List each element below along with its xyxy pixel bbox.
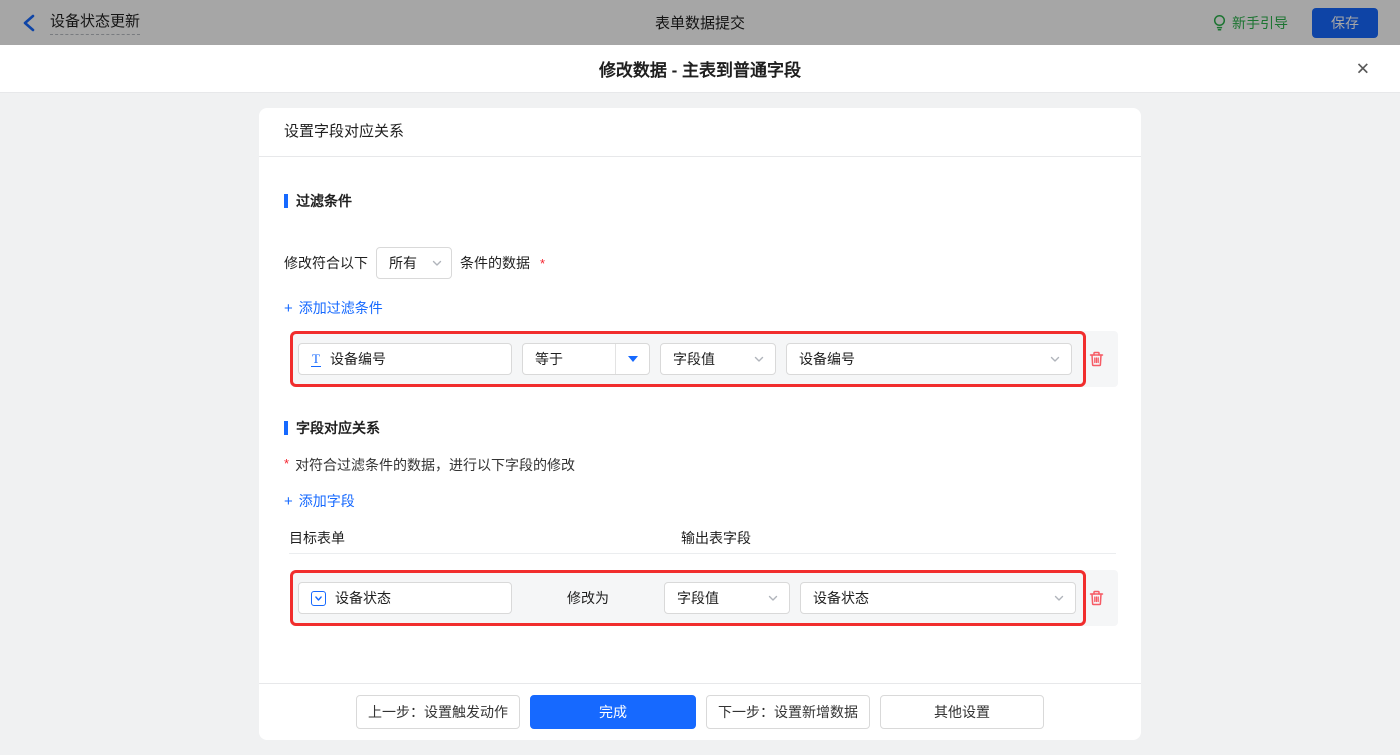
operator-value: 等于 [535,351,563,367]
close-icon[interactable]: ✕ [1356,60,1370,77]
value-type-select[interactable]: 字段值 [660,343,776,375]
add-field-label: 添加字段 [298,493,355,509]
plus-icon: + [284,492,293,510]
operator-select[interactable]: 等于 [522,343,650,375]
select-field-icon [311,590,326,606]
modal-title: 修改数据 - 主表到普通字段 [598,61,802,80]
filter-section-title: 过滤条件 [284,191,1116,211]
next-step-button[interactable]: 下一步：设置新增数据 [706,695,870,729]
chevron-down-icon [1054,595,1064,601]
target-form-column-header: 目标表单 [289,530,345,546]
section-accent-bar [284,194,288,208]
add-filter-label: 添加过滤条件 [298,300,383,316]
modal-header: 修改数据 - 主表到普通字段 ✕ [0,45,1400,93]
chevron-down-icon [768,595,778,601]
text-field-icon: T [311,350,321,367]
match-mode-value: 所有 [389,255,417,271]
filter-field-value: 设备编号 [329,351,386,367]
mapping-description: * 对符合过滤条件的数据，进行以下字段的修改 [284,455,1116,475]
output-value-type-select[interactable]: 字段值 [664,582,790,614]
target-field-value: 设备状态 [335,590,391,606]
card-footer: 上一步：设置触发动作 完成 下一步：设置新增数据 其他设置 [259,683,1141,740]
field-mapping-row: 设备状态 修改为 字段值 设备状态 [290,570,1118,626]
output-value-type-value: 字段值 [677,590,719,606]
other-settings-button[interactable]: 其他设置 [880,695,1044,729]
mapping-section-title: 字段对应关系 [284,418,1116,438]
operator-caret-segment[interactable] [615,344,649,374]
match-suffix-label: 条件的数据 [460,255,530,271]
target-field-input[interactable]: 设备状态 [298,582,512,614]
add-field-link[interactable]: + 添加字段 [284,491,355,511]
section-accent-bar [284,421,288,435]
filter-section-label: 过滤条件 [296,193,352,209]
mapping-description-text: 对符合过滤条件的数据，进行以下字段的修改 [295,457,576,473]
trash-icon [1089,351,1104,367]
mapping-column-headers: 目标表单 输出表字段 [289,528,1116,554]
plus-icon: + [284,299,293,317]
value-type-value: 字段值 [673,351,715,367]
card-content: 过滤条件 修改符合以下 所有 条件的数据 * + 添加过滤条件 T 设备编号 等… [259,157,1141,683]
value-field-value: 设备编号 [799,351,855,367]
required-asterisk: * [540,255,546,271]
modal-body: 设置字段对应关系 过滤条件 修改符合以下 所有 条件的数据 * + 添加过滤条件… [0,93,1400,755]
caret-down-icon [627,356,638,362]
add-filter-condition-link[interactable]: + 添加过滤条件 [284,298,383,318]
done-button[interactable]: 完成 [530,695,696,729]
output-field-column-header: 输出表字段 [681,530,751,546]
prev-step-button[interactable]: 上一步：设置触发动作 [356,695,520,729]
delete-condition-button[interactable] [1088,350,1105,368]
filter-match-row: 修改符合以下 所有 条件的数据 * [284,247,1116,279]
output-field-select[interactable]: 设备状态 [800,582,1076,614]
required-asterisk: * [284,456,290,471]
trash-icon [1089,590,1104,606]
chevron-down-icon [432,260,442,266]
card-header-title: 设置字段对应关系 [259,108,1141,157]
chevron-down-icon [1050,356,1060,362]
modal-dim-overlay [0,0,1400,45]
output-field-value: 设备状态 [813,590,869,606]
match-mode-select[interactable]: 所有 [376,247,452,279]
match-prefix-label: 修改符合以下 [284,255,368,271]
delete-mapping-button[interactable] [1088,589,1105,607]
mapping-section-label: 字段对应关系 [296,420,380,436]
modify-data-modal: 修改数据 - 主表到普通字段 ✕ 设置字段对应关系 过滤条件 修改符合以下 所有… [0,45,1400,755]
field-mapping-card: 设置字段对应关系 过滤条件 修改符合以下 所有 条件的数据 * + 添加过滤条件… [259,108,1141,740]
chevron-down-icon [754,356,764,362]
modify-to-label: 修改为 [567,590,609,606]
filter-field-input[interactable]: T 设备编号 [298,343,512,375]
value-field-select[interactable]: 设备编号 [786,343,1072,375]
filter-condition-row: T 设备编号 等于 字段值 设备编号 [290,331,1118,387]
